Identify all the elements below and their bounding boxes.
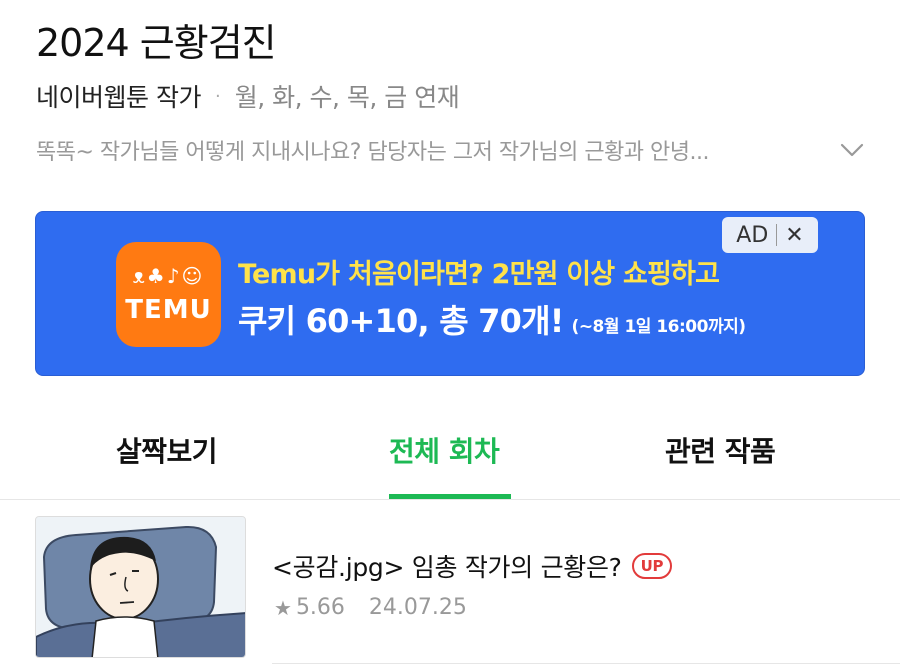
author-link[interactable]: 네이버웹툰 작가 — [36, 78, 201, 114]
tab-related-works[interactable]: 관련 작품 — [665, 430, 776, 470]
ad-badge-divider — [776, 224, 778, 246]
ad-subheadline: 쿠키 60+10, 총 70개! (~8월 1일 16:00까지) — [238, 296, 746, 342]
ad-headline: Temu가 처음이라면? 2만원 이상 쇼핑하고 — [238, 259, 720, 290]
ad-badge[interactable]: AD ✕ — [722, 217, 818, 253]
ad-label: AD — [736, 222, 769, 248]
webtoon-detail-page: 2024 근황검진 네이버웹툰 작가 · 월, 화, 수, 목, 금 연재 똑똑… — [0, 0, 900, 668]
star-icon: ★ — [274, 595, 292, 620]
schedule-text: 월, 화, 수, 목, 금 연재 — [234, 83, 460, 112]
temu-brand: TEMU — [125, 295, 212, 325]
page-title: 2024 근황검진 — [36, 21, 277, 65]
separator-dot: · — [214, 85, 221, 107]
temu-logo: ᴥ♣♪☺ TEMU — [116, 242, 221, 347]
episode-thumbnail-illustration — [36, 517, 245, 657]
episode-date: 24.07.25 — [368, 595, 467, 620]
chevron-down-icon[interactable] — [838, 136, 866, 164]
episode-meta: ★ 5.66 24.07.25 — [274, 595, 467, 620]
close-icon[interactable]: ✕ — [785, 223, 803, 248]
tab-bar: 살짝보기 전체 회차 관련 작품 — [0, 410, 900, 500]
temu-logo-glyphs: ᴥ♣♪☺ — [132, 264, 205, 288]
webtoon-meta: 네이버웹툰 작가 · 월, 화, 수, 목, 금 연재 — [36, 78, 460, 114]
ad-offer: 쿠키 60+10, 총 70개! — [238, 302, 564, 340]
tab-preview[interactable]: 살짝보기 — [116, 430, 218, 470]
episode-title-text: <공감.jpg> 임총 작가의 근황은? — [272, 553, 622, 582]
episode-list-item[interactable]: <공감.jpg> 임총 작가의 근황은? UP ★ 5.66 24.07.25 — [0, 500, 900, 668]
tab-all-episodes[interactable]: 전체 회차 — [389, 430, 500, 470]
description-text: 똑똑~ 작가님들 어떻게 지내시나요? 담당자는 그저 작가님의 근황과 안녕.… — [36, 140, 709, 165]
active-tab-indicator — [389, 494, 511, 499]
divider — [272, 663, 900, 664]
up-badge: UP — [631, 553, 673, 579]
episode-rating: 5.66 — [295, 595, 345, 620]
episode-thumbnail[interactable] — [35, 516, 246, 658]
ad-offer-note: (~8월 1일 16:00까지) — [571, 317, 746, 337]
ad-banner[interactable]: ᴥ♣♪☺ TEMU Temu가 처음이라면? 2만원 이상 쇼핑하고 쿠키 60… — [35, 211, 865, 376]
episode-title[interactable]: <공감.jpg> 임총 작가의 근황은? UP — [272, 548, 673, 584]
description-row[interactable]: 똑똑~ 작가님들 어떻게 지내시나요? 담당자는 그저 작가님의 근황과 안녕.… — [36, 134, 866, 166]
